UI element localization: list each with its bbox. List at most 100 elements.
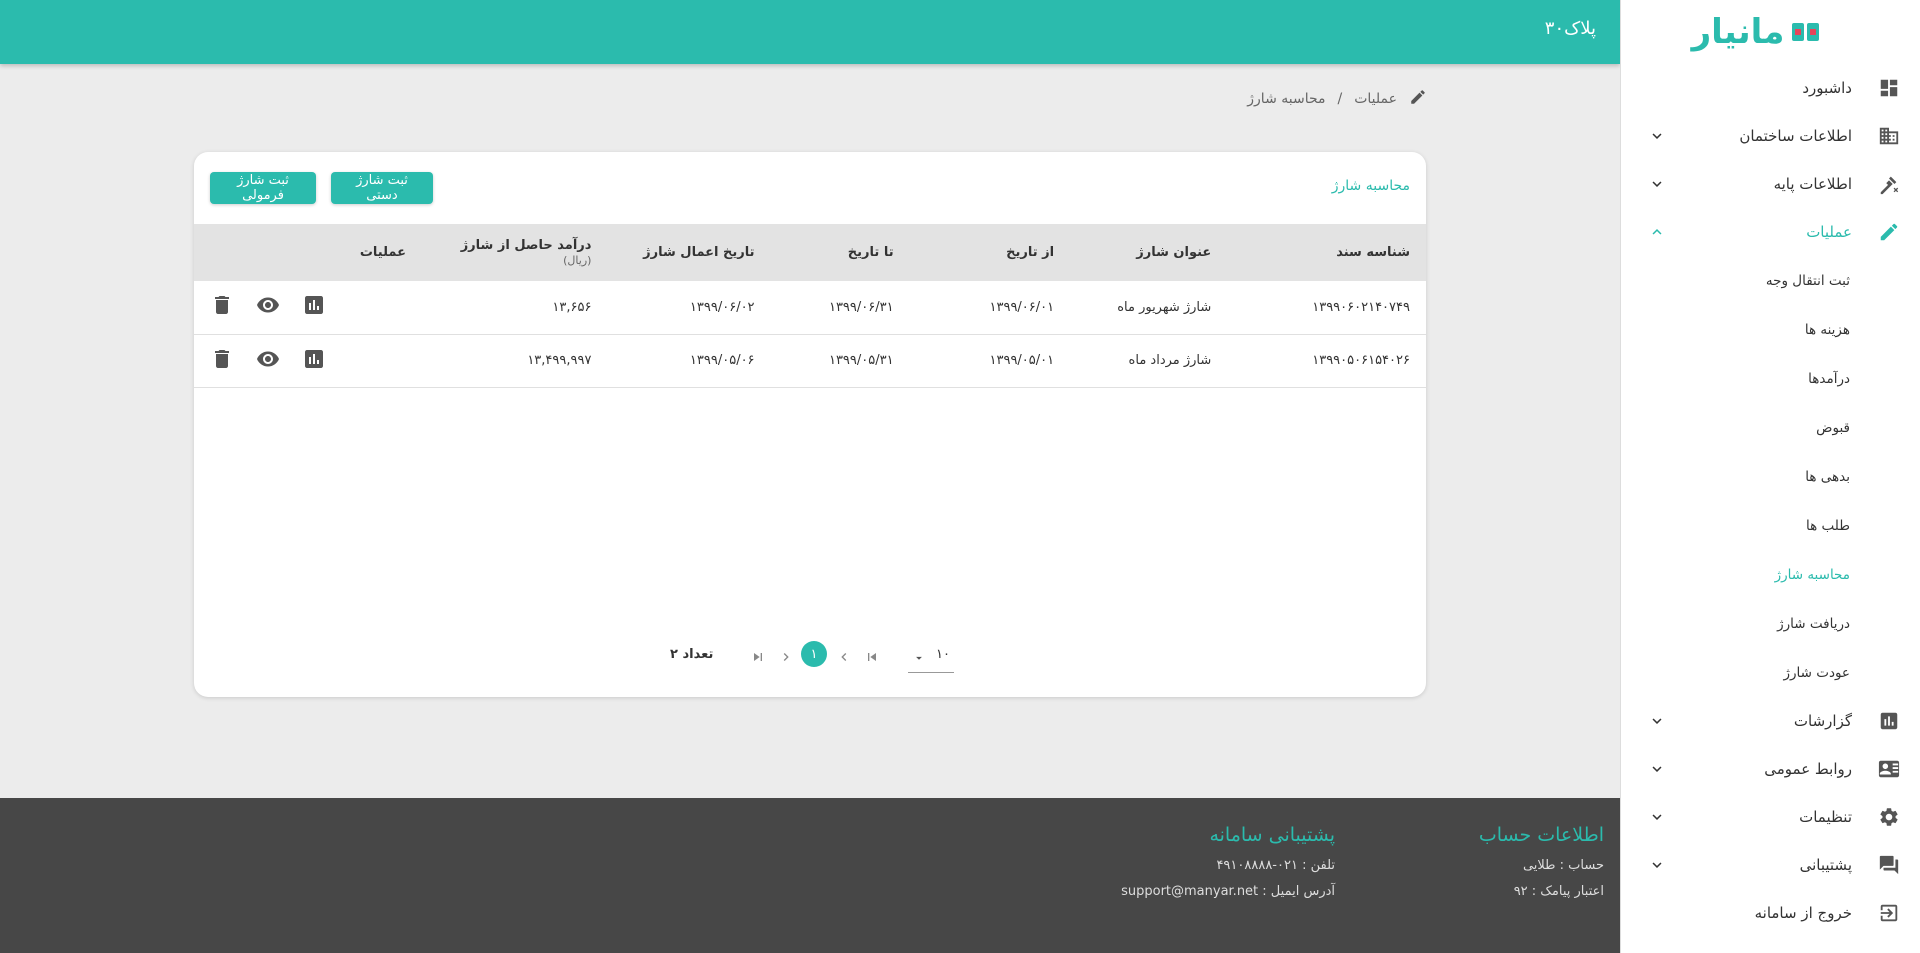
report-chart-icon[interactable] [302, 347, 326, 375]
page-size-select[interactable]: ۱۰ [908, 647, 954, 673]
footer-account-info: اطلاعات حساب حساب : طلایی اعتبار پیامک :… [1479, 824, 1604, 910]
brand-logo[interactable]: مانیار [1621, 0, 1920, 64]
col-to[interactable]: تا تاریخ [771, 224, 910, 281]
chevron-down-icon[interactable] [1645, 709, 1669, 733]
sidebar-item-base-info[interactable]: اطلاعات پایه [1621, 160, 1920, 208]
income-unit: (ریال) [563, 253, 592, 267]
base-info-icon [1876, 171, 1902, 197]
sidebar-item-operations[interactable]: عملیات [1621, 208, 1920, 256]
submenu-debts[interactable]: بدهی ها [1621, 452, 1920, 501]
cell-to: ۱۳۹۹/۰۶/۳۱ [828, 299, 894, 315]
prev-page-icon[interactable] [776, 647, 796, 667]
chevron-down-icon[interactable] [1645, 124, 1669, 148]
chevron-up-icon[interactable] [1645, 220, 1669, 244]
sidebar-item-logout[interactable]: خروج از سامانه [1621, 889, 1920, 937]
chevron-down-icon[interactable] [1645, 172, 1669, 196]
cell-operations [194, 281, 422, 334]
col-title[interactable]: عنوان شارژ [1070, 224, 1227, 281]
unit-title: پلاک۳۰ [1544, 18, 1596, 39]
edit-pencil-icon [1876, 219, 1902, 245]
delete-trash-icon[interactable] [210, 293, 234, 321]
chevron-down-icon[interactable] [1645, 805, 1669, 829]
col-income[interactable]: درآمد حاصل از شارژ (ریال) [422, 224, 607, 281]
bar-chart-icon [1876, 708, 1902, 734]
table-row[interactable]: ۱۳۹۹۰۶۰۲۱۴۰۷۴۹ شارژ شهریور ماه ۱۳۹۹/۰۶/۰… [194, 281, 1426, 334]
record-count: تعداد ۲ [670, 647, 714, 662]
delete-trash-icon[interactable] [210, 347, 234, 375]
cell-apply-date: ۱۳۹۹/۰۶/۰۲ [689, 299, 755, 315]
col-operations: عملیات [359, 245, 406, 260]
footer-support-phone: تلفن : ۰۲۱-۴۹۱۰۸۸۸۸ [1216, 858, 1335, 873]
cell-apply-date: ۱۳۹۹/۰۵/۰۶ [689, 353, 755, 368]
sidebar-nav-lower: گزارشات روابط عمومی تنظیمات پشتیبانی خرو… [1621, 697, 1920, 937]
formula-charge-button[interactable]: ثبت شارژ فرمولی [210, 172, 316, 204]
dropdown-arrow-icon [912, 647, 926, 669]
view-eye-icon[interactable] [256, 293, 280, 321]
footer-support-email[interactable]: آدرس ایمیل : support@manyar.net [1121, 884, 1335, 899]
sidebar-item-label: خروج از سامانه [1754, 904, 1852, 922]
col-from[interactable]: از تاریخ [910, 224, 1071, 281]
cell-doc-id: ۱۳۹۹۰۵۰۶۱۵۴۰۲۶ [1312, 353, 1410, 368]
next-page-icon[interactable] [834, 647, 854, 667]
submenu-charge-receive[interactable]: دریافت شارژ [1621, 599, 1920, 648]
sidebar-item-label: روابط عمومی [1764, 760, 1852, 778]
cell-income: ۱۳,۶۵۶ [552, 299, 592, 315]
gear-icon [1876, 804, 1902, 830]
sidebar-item-reports[interactable]: گزارشات [1621, 697, 1920, 745]
report-chart-icon[interactable] [302, 293, 326, 321]
sidebar-item-label: اطلاعات پایه [1773, 175, 1852, 193]
breadcrumb-parent[interactable]: عملیات [1354, 91, 1397, 107]
sidebar-item-building-info[interactable]: اطلاعات ساختمان [1621, 112, 1920, 160]
cell-title: شارژ شهریور ماه [1117, 299, 1212, 315]
sidebar-nav: داشبورد اطلاعات ساختمان اطلاعات پایه عمل… [1621, 64, 1920, 256]
table-row[interactable]: ۱۳۹۹۰۵۰۶۱۵۴۰۲۶ شارژ مرداد ماه ۱۳۹۹/۰۵/۰۱… [194, 334, 1426, 387]
building-icon [1876, 123, 1902, 149]
cell-income: ۱۳,۴۹۹,۹۹۷ [527, 353, 592, 368]
cell-to: ۱۳۹۹/۰۵/۳۱ [828, 353, 894, 368]
breadcrumb: عملیات / محاسبه شارژ [1247, 88, 1427, 110]
submenu-credits[interactable]: طلب ها [1621, 501, 1920, 550]
submenu-incomes[interactable]: درآمدها [1621, 354, 1920, 403]
sidebar-item-label: عملیات [1806, 223, 1852, 241]
sidebar-item-dashboard[interactable]: داشبورد [1621, 64, 1920, 112]
view-eye-icon[interactable] [256, 347, 280, 375]
card-header: محاسبه شارژ ثبت شارژ دستی ثبت شارژ فرمول… [194, 152, 1426, 224]
cell-doc-id: ۱۳۹۹۰۶۰۲۱۴۰۷۴۹ [1312, 299, 1410, 315]
top-header: پلاک۳۰ [0, 0, 1620, 64]
contact-card-icon [1876, 756, 1902, 782]
pagination: تعداد ۲ ۱ ۱۰ [194, 641, 1426, 687]
logo-mark-icon [1792, 23, 1820, 41]
sidebar-item-label: داشبورد [1802, 79, 1852, 97]
current-page[interactable]: ۱ [801, 641, 827, 667]
col-doc-id[interactable]: شناسه سند [1227, 224, 1426, 281]
submenu-bills[interactable]: قبوض [1621, 403, 1920, 452]
footer-sms-credit: اعتبار پیامک : ۹۲ [1513, 884, 1604, 899]
chevron-down-icon[interactable] [1645, 853, 1669, 877]
sidebar-item-public-relations[interactable]: روابط عمومی [1621, 745, 1920, 793]
sidebar-item-support[interactable]: پشتیبانی [1621, 841, 1920, 889]
col-apply-date[interactable]: تاریخ اعمال شارژ [607, 224, 770, 281]
footer-support-title: پشتیبانی سامانه [1209, 824, 1335, 846]
footer-support-info: پشتیبانی سامانه تلفن : ۰۲۱-۴۹۱۰۸۸۸۸ آدرس… [1121, 824, 1335, 910]
footer: اطلاعات حساب حساب : طلایی اعتبار پیامک :… [0, 798, 1620, 953]
submenu-charge-calculation[interactable]: محاسبه شارژ [1621, 550, 1920, 599]
sidebar-item-settings[interactable]: تنظیمات [1621, 793, 1920, 841]
last-page-icon[interactable] [862, 647, 882, 667]
page-size-value: ۱۰ [936, 647, 950, 662]
submenu-fund-transfer[interactable]: ثبت انتقال وجه [1621, 256, 1920, 305]
manual-charge-button[interactable]: ثبت شارژ دستی [331, 172, 433, 204]
card-title: محاسبه شارژ [1331, 178, 1410, 194]
edit-pencil-icon [1409, 88, 1427, 110]
chat-icon [1876, 852, 1902, 878]
first-page-icon[interactable] [748, 647, 768, 667]
footer-account-title: اطلاعات حساب [1478, 824, 1604, 846]
sidebar-item-label: پشتیبانی [1799, 856, 1852, 874]
footer-account-type: حساب : طلایی [1522, 858, 1604, 873]
sidebar-item-label: تنظیمات [1799, 808, 1852, 826]
logout-icon [1876, 900, 1902, 926]
submenu-charge-refund[interactable]: عودت شارژ [1621, 648, 1920, 697]
chevron-down-icon[interactable] [1645, 757, 1669, 781]
submenu-expenses[interactable]: هزینه ها [1621, 305, 1920, 354]
operations-submenu: ثبت انتقال وجه هزینه ها درآمدها قبوض بده… [1621, 256, 1920, 697]
sidebar-item-label: اطلاعات ساختمان [1739, 127, 1852, 145]
